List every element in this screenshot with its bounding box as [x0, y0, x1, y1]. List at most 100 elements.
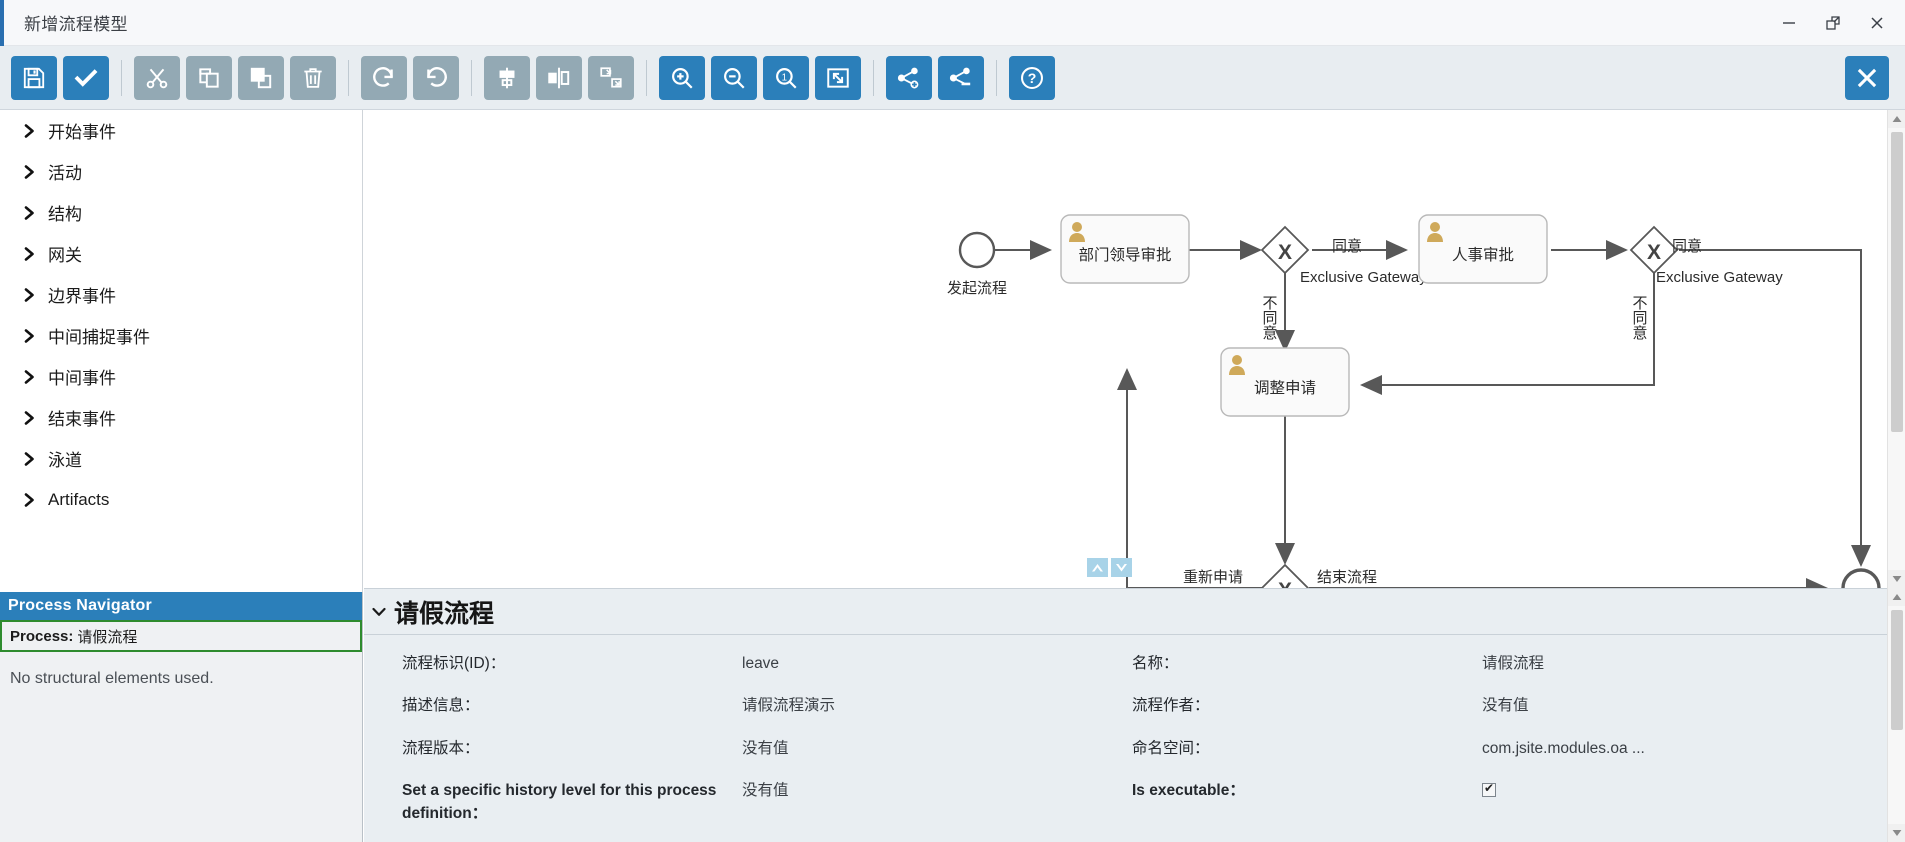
user-task-node-1: 部门领导审批	[1060, 214, 1190, 284]
undo-button[interactable]	[413, 55, 459, 100]
diagram-canvas[interactable]: 发起流程 部门领导审批 X Exclusive Gateway 同意 不同意 人…	[364, 110, 1905, 588]
properties-scrollbar-thumb[interactable]	[1891, 610, 1903, 730]
user-task-label: 人事审批	[1452, 246, 1514, 264]
chevron-right-icon	[24, 287, 40, 302]
canvas-vertical-scrollbar[interactable]	[1887, 110, 1905, 588]
properties-scroll-up-arrow[interactable]	[1888, 588, 1905, 606]
maximize-button[interactable]	[1811, 0, 1855, 46]
align-vertical-button[interactable]	[484, 55, 530, 100]
property-value[interactable]: 请假流程演示	[742, 689, 1132, 731]
help-button[interactable]: ?	[1009, 55, 1055, 100]
add-node-button[interactable]	[886, 55, 932, 100]
process-navigator-header: Process Navigator	[0, 592, 362, 620]
zoom-in-button[interactable]	[659, 55, 705, 100]
svg-text:X: X	[1278, 579, 1292, 588]
palette-group-structure[interactable]: 结构	[0, 192, 362, 233]
copy-button[interactable]	[186, 55, 232, 100]
palette-group-label: 结束事件	[48, 410, 116, 429]
title-accent-bar	[0, 0, 4, 46]
validate-button[interactable]	[63, 55, 109, 100]
svg-text:?: ?	[1028, 69, 1037, 85]
align-horizontal-button[interactable]	[536, 55, 582, 100]
title-bar: 新增流程模型	[0, 0, 1905, 46]
toolbar-separator	[996, 59, 997, 96]
process-navigator-empty-message: No structural elements used.	[0, 652, 362, 842]
property-value[interactable]: 没有值	[742, 774, 1132, 839]
paste-button[interactable]	[238, 55, 284, 100]
palette-group-end-event[interactable]: 结束事件	[0, 397, 362, 438]
palette-group-label: 网关	[48, 246, 82, 265]
gateway-label: Exclusive Gateway	[1656, 269, 1783, 286]
toolbar-separator	[471, 59, 472, 96]
palette-group-boundary-event[interactable]: 边界事件	[0, 274, 362, 315]
bpmn-diagram[interactable]: 发起流程 部门领导审批 X Exclusive Gateway 同意 不同意 人…	[364, 110, 1905, 588]
toolbar-separator	[646, 59, 647, 96]
property-value[interactable]: 没有值	[1482, 689, 1882, 731]
palette-group-label: 泳道	[48, 451, 82, 470]
property-value[interactable]: 没有值	[742, 732, 1132, 774]
save-button[interactable]	[11, 55, 57, 100]
canvas-scroll-up-button[interactable]	[1087, 558, 1108, 577]
scrollbar-thumb[interactable]	[1891, 132, 1903, 432]
chevron-right-icon	[24, 492, 40, 507]
property-label: 流程作者：	[1132, 697, 1210, 715]
chevron-down-icon[interactable]	[372, 606, 386, 618]
close-button[interactable]	[1855, 0, 1899, 46]
palette-group-gateway[interactable]: 网关	[0, 233, 362, 274]
application-window: 新增流程模型 1 ? 开始事件 活动 结构 网关 边界事件 中间捕捉事件 中间事…	[0, 0, 1905, 842]
canvas-scroll-down-button[interactable]	[1111, 558, 1132, 577]
palette-group-swimlane[interactable]: 泳道	[0, 438, 362, 479]
resize-button[interactable]	[588, 55, 634, 100]
svg-text:X: X	[1647, 241, 1661, 264]
palette-group-start-event[interactable]: 开始事件	[0, 110, 362, 151]
palette-group-label: 开始事件	[48, 123, 116, 142]
properties-panel: 请假流程 流程标识(ID)： leave 名称： 请假流程 描述信息： 请假流程…	[364, 588, 1905, 842]
property-value[interactable]: leave	[742, 647, 1132, 689]
property-value[interactable]: 请假流程	[1482, 647, 1882, 689]
svg-text:X: X	[1278, 241, 1292, 264]
chevron-right-icon	[24, 451, 40, 466]
properties-scroll-down-arrow[interactable]	[1888, 824, 1905, 842]
zoom-out-button[interactable]	[711, 55, 757, 100]
flow-label-end-process: 结束流程	[1317, 569, 1377, 586]
user-task-node-2: 人事审批	[1418, 214, 1548, 284]
palette-group-intermediate-catch-event[interactable]: 中间捕捉事件	[0, 315, 362, 356]
properties-header[interactable]: 请假流程	[364, 589, 1905, 635]
flow-label-reapply: 重新申请	[1183, 569, 1243, 586]
user-task-node-3: 调整申请	[1220, 347, 1350, 417]
property-label: Is executable：	[1132, 782, 1245, 800]
zoom-fit-button[interactable]	[815, 55, 861, 100]
property-value-checkbox[interactable]	[1482, 774, 1882, 839]
is-executable-checkbox[interactable]	[1482, 780, 1496, 798]
toolbar-separator	[873, 59, 874, 96]
minimize-button[interactable]	[1767, 0, 1811, 46]
scroll-up-arrow[interactable]	[1888, 110, 1905, 128]
gateway-label: Exclusive Gateway	[1300, 269, 1427, 286]
properties-body: 流程标识(ID)： leave 名称： 请假流程 描述信息： 请假流程演示 流程…	[364, 635, 1905, 842]
property-label: 流程标识(ID)：	[402, 655, 506, 672]
close-editor-button[interactable]	[1845, 56, 1889, 100]
palette-group-label: 中间捕捉事件	[48, 328, 150, 347]
properties-vertical-scrollbar[interactable]	[1887, 588, 1905, 842]
palette-group-activity[interactable]: 活动	[0, 151, 362, 192]
main-toolbar: 1 ?	[0, 46, 1905, 110]
end-event-node	[1841, 568, 1881, 588]
flow-label-disagree-2: 不同意	[1631, 295, 1648, 340]
property-value[interactable]: com.jsite.modules.oa ...	[1482, 732, 1882, 774]
redo-button[interactable]	[361, 55, 407, 100]
zoom-actual-button[interactable]: 1	[763, 55, 809, 100]
scroll-down-arrow[interactable]	[1888, 570, 1905, 588]
chevron-right-icon	[24, 410, 40, 425]
process-navigator-selected-item[interactable]: Process: 请假流程	[0, 620, 362, 652]
delete-button[interactable]	[290, 55, 336, 100]
palette-group-intermediate-event[interactable]: 中间事件	[0, 356, 362, 397]
palette-group-artifacts[interactable]: Artifacts	[0, 479, 362, 520]
flow-label-agree-1: 同意	[1332, 237, 1362, 255]
svg-text:1: 1	[782, 72, 787, 83]
flow-label-agree-2: 同意	[1672, 237, 1702, 255]
remove-node-button[interactable]	[938, 55, 984, 100]
process-navigator-process-name: 请假流程	[77, 628, 138, 646]
properties-title: 请假流程	[394, 599, 495, 628]
chevron-right-icon	[24, 123, 40, 138]
cut-button[interactable]	[134, 55, 180, 100]
